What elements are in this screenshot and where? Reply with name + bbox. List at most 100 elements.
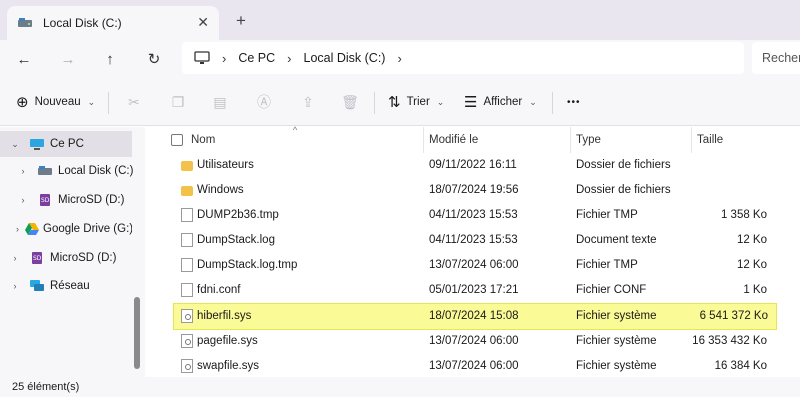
sidebar-item-label: Réseau	[50, 280, 90, 292]
file-name: DumpStack.log	[197, 234, 275, 246]
chevron-down-icon: ⌄	[87, 96, 96, 107]
back-arrow-icon[interactable]: ←	[12, 47, 36, 71]
table-row[interactable]: Utilisateurs 09/11/2022 16:11 Dossier de…	[145, 153, 800, 178]
new-button[interactable]: ⊕ Nouveau ⌄	[16, 90, 95, 114]
file-modified: 04/11/2023 15:53	[429, 209, 518, 221]
file-modified: 13/07/2024 06:00	[429, 360, 519, 372]
delete-icon[interactable]: 🗑	[340, 92, 360, 112]
column-header-type[interactable]: Type	[576, 134, 601, 146]
table-row[interactable]: fdni.conf 05/01/2023 17:21 Fichier CONF …	[145, 278, 800, 303]
paste-icon[interactable]: ▤	[210, 92, 230, 112]
drive-icon	[36, 164, 54, 178]
breadcrumb-local-disk[interactable]: Local Disk (C:)	[304, 51, 386, 65]
sort-button-label: Trier	[406, 96, 430, 108]
sidebar-item-microsd[interactable]: › SD MicroSD (D:)	[16, 187, 124, 213]
search-input[interactable]: Rechercher	[752, 42, 800, 74]
view-button-label: Afficher	[483, 96, 523, 108]
file-type: Dossier de fichiers	[576, 184, 671, 196]
file-modified: 13/07/2024 06:00	[429, 335, 519, 347]
column-header-name[interactable]: Nom	[191, 134, 215, 146]
close-icon[interactable]: ✕	[197, 14, 209, 31]
table-row[interactable]: DumpStack.log 04/11/2023 15:53 Document …	[145, 228, 800, 253]
column-separator[interactable]	[570, 127, 571, 153]
chevron-right-icon[interactable]: ›	[16, 195, 30, 205]
sidebar-item-google-drive[interactable]: › Google Drive (G:)	[16, 216, 132, 242]
sd-icon: SD	[28, 251, 46, 265]
chevron-right-icon[interactable]: ›	[16, 166, 30, 176]
file-size: 16 353 432 Ko	[692, 335, 767, 347]
folder-icon	[181, 161, 193, 171]
table-row-highlighted[interactable]: hiberfil.sys 18/07/2024 15:08 Fichier sy…	[173, 303, 777, 330]
refresh-icon[interactable]: ↻	[142, 47, 166, 71]
file-name: swapfile.sys	[197, 360, 259, 372]
copy-icon[interactable]: ❐	[168, 92, 188, 112]
new-tab-button[interactable]: +	[236, 11, 246, 31]
new-button-label: Nouveau	[34, 96, 81, 108]
tab-local-disk[interactable]: Local Disk (C:) ✕	[7, 6, 219, 40]
system-file-icon	[181, 334, 193, 348]
cut-icon[interactable]: ✂	[124, 92, 144, 112]
navigation-pane: ⌄ Ce PC › Local Disk (C:) › SD MicroSD (…	[0, 127, 145, 377]
chevron-right-icon[interactable]: ›	[16, 224, 19, 234]
share-icon[interactable]: ⇪	[298, 92, 318, 112]
sidebar-item-ce-pc[interactable]: ⌄ Ce PC	[8, 131, 84, 157]
chevron-down-icon[interactable]: ⌄	[8, 139, 22, 150]
view-button[interactable]: ☰ Afficher ⌄	[464, 90, 537, 114]
plus-circle-icon: ⊕	[16, 94, 29, 111]
column-header-size[interactable]: Taille	[697, 134, 723, 146]
breadcrumb[interactable]: › Ce PC › Local Disk (C:) ›	[182, 42, 744, 74]
tab-title: Local Disk (C:)	[43, 16, 122, 30]
table-row[interactable]: swapfile.sys 13/07/2024 06:00 Fichier sy…	[145, 354, 800, 379]
file-size: 12 Ko	[736, 234, 767, 246]
chevron-right-icon[interactable]: ›	[8, 281, 22, 291]
system-file-icon	[181, 309, 193, 323]
file-size: 6 541 372 Ko	[699, 310, 768, 322]
sidebar-item-microsd-2[interactable]: › SD MicroSD (D:)	[8, 245, 116, 271]
up-arrow-icon[interactable]: ↑	[98, 47, 122, 71]
chevron-right-icon[interactable]: ›	[397, 51, 401, 66]
chevron-right-icon[interactable]: ›	[287, 51, 291, 66]
table-row[interactable]: DumpStack.log.tmp 13/07/2024 06:00 Fichi…	[145, 253, 800, 278]
sort-button[interactable]: ⇅ Trier ⌄	[388, 90, 444, 114]
column-header-modified[interactable]: Modifié le	[429, 134, 478, 146]
toolbar-divider	[108, 92, 109, 114]
chevron-down-icon: ⌄	[529, 96, 537, 107]
sidebar-item-local-disk[interactable]: › Local Disk (C:)	[16, 158, 134, 184]
forward-arrow-icon[interactable]: →	[56, 47, 80, 71]
file-name: pagefile.sys	[197, 335, 258, 347]
column-header-row: ^ Nom Modifié le Type Taille	[145, 125, 800, 153]
file-name: hiberfil.sys	[197, 310, 252, 322]
rename-icon[interactable]: Ⓐ	[254, 92, 274, 112]
chevron-right-icon[interactable]: ›	[8, 253, 22, 263]
breadcrumb-ce-pc[interactable]: Ce PC	[238, 51, 275, 65]
file-type: Dossier de fichiers	[576, 159, 671, 171]
drive-icon	[18, 18, 32, 27]
file-type: Fichier TMP	[576, 259, 638, 271]
file-modified: 13/07/2024 06:00	[429, 259, 519, 271]
file-icon	[181, 258, 193, 272]
table-row[interactable]: Windows 18/07/2024 19:56 Dossier de fich…	[145, 178, 800, 203]
sidebar-item-label: Google Drive (G:)	[43, 223, 132, 235]
sidebar-item-label: MicroSD (D:)	[50, 252, 117, 264]
column-separator[interactable]	[691, 127, 692, 153]
more-options-button[interactable]: •••	[567, 90, 581, 114]
file-modified: 04/11/2023 15:53	[429, 234, 518, 246]
address-row: ← → ↑ ↻ › Ce PC › Local Disk (C:) › Rech…	[0, 40, 800, 78]
sidebar-scrollbar[interactable]	[134, 297, 140, 369]
chevron-right-icon[interactable]: ›	[222, 51, 226, 66]
select-all-checkbox[interactable]	[171, 134, 183, 146]
computer-icon	[194, 51, 210, 64]
file-size: 12 Ko	[736, 259, 767, 271]
sidebar-item-network[interactable]: › Réseau	[8, 273, 90, 299]
chevron-down-icon: ⌄	[436, 96, 445, 107]
sort-ascending-icon: ^	[293, 125, 298, 135]
sort-icon: ⇅	[388, 94, 401, 111]
file-modified: 18/07/2024 19:56	[429, 184, 519, 196]
file-name: DumpStack.log.tmp	[197, 259, 298, 271]
google-drive-icon	[25, 222, 39, 236]
svg-text:SD: SD	[33, 255, 42, 262]
table-row[interactable]: pagefile.sys 13/07/2024 06:00 Fichier sy…	[145, 329, 800, 354]
table-row[interactable]: DUMP2b36.tmp 04/11/2023 15:53 Fichier TM…	[145, 203, 800, 228]
sidebar-item-label: MicroSD (D:)	[58, 194, 125, 206]
column-separator[interactable]	[423, 127, 424, 153]
